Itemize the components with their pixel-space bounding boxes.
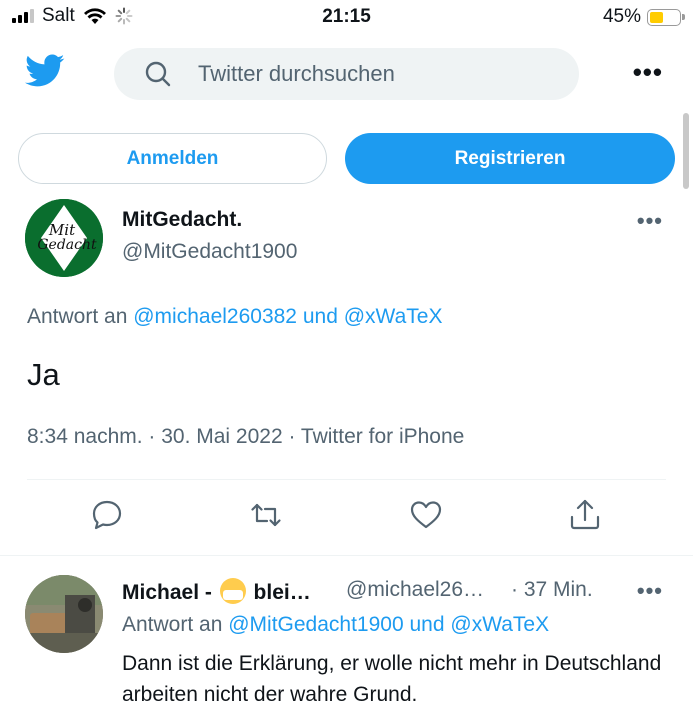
battery-level: [650, 11, 663, 23]
avatar[interactable]: [25, 575, 103, 653]
tweet-author-name[interactable]: MitGedacht.: [122, 208, 242, 232]
search-icon: [145, 61, 171, 87]
top-header: Twitter durchsuchen •••: [0, 36, 693, 114]
scrollbar[interactable]: [683, 113, 689, 189]
reply-author-handle[interactable]: @michael26…: [346, 578, 484, 602]
mention-link[interactable]: @michael260382: [133, 305, 297, 328]
tweet-timestamp[interactable]: 8:34 nachm. · 30. Mai 2022 · Twitter for…: [27, 425, 464, 449]
reply-icon[interactable]: [89, 497, 125, 533]
more-options-icon[interactable]: •••: [633, 59, 663, 85]
mention-link[interactable]: @xWaTeX: [344, 305, 443, 328]
battery-icon: [647, 8, 685, 26]
avatar-photo: [25, 575, 103, 653]
reply-more-icon[interactable]: •••: [637, 578, 663, 604]
tweet-more-icon[interactable]: •••: [637, 208, 663, 234]
tweet-text: Ja: [27, 357, 60, 392]
tweet-actions: [0, 497, 693, 541]
search-placeholder: Twitter durchsuchen: [198, 61, 395, 86]
tweet-author-handle[interactable]: @MitGedacht1900: [122, 240, 297, 264]
search-bar[interactable]: Twitter durchsuchen: [114, 48, 579, 100]
status-bar: Salt 21:15 45%: [0, 0, 693, 36]
mention-link[interactable]: @MitGedacht1900: [228, 613, 403, 636]
reply-timestamp[interactable]: · 37 Min.: [511, 578, 593, 602]
like-heart-icon[interactable]: [408, 497, 444, 533]
mitgedacht-logo: Mit Gedacht: [25, 199, 103, 277]
reply-context: Antwort an @michael260382 und @xWaTeX: [27, 305, 443, 328]
twitter-bird-icon[interactable]: [25, 54, 65, 88]
clock: 21:15: [322, 6, 371, 27]
avatar[interactable]: Mit Gedacht: [25, 199, 103, 277]
retweet-icon[interactable]: [248, 497, 284, 533]
face-with-mask-emoji-icon: [219, 578, 246, 604]
reply-author-name[interactable]: Michael - blei…: [122, 578, 311, 605]
share-icon[interactable]: [567, 497, 603, 533]
register-button[interactable]: Registrieren: [345, 133, 675, 184]
logo-text-line2: Gedacht: [37, 237, 97, 253]
reply-context: Antwort an @MitGedacht1900 und @xWaTeX: [122, 613, 550, 636]
reply-text: Dann ist die Erklärung, er wolle nicht m…: [122, 652, 662, 706]
divider: [0, 555, 693, 556]
divider: [27, 479, 666, 480]
battery-percent: 45%: [602, 6, 641, 27]
mention-link[interactable]: @xWaTeX: [450, 613, 549, 636]
login-button[interactable]: Anmelden: [18, 133, 327, 184]
